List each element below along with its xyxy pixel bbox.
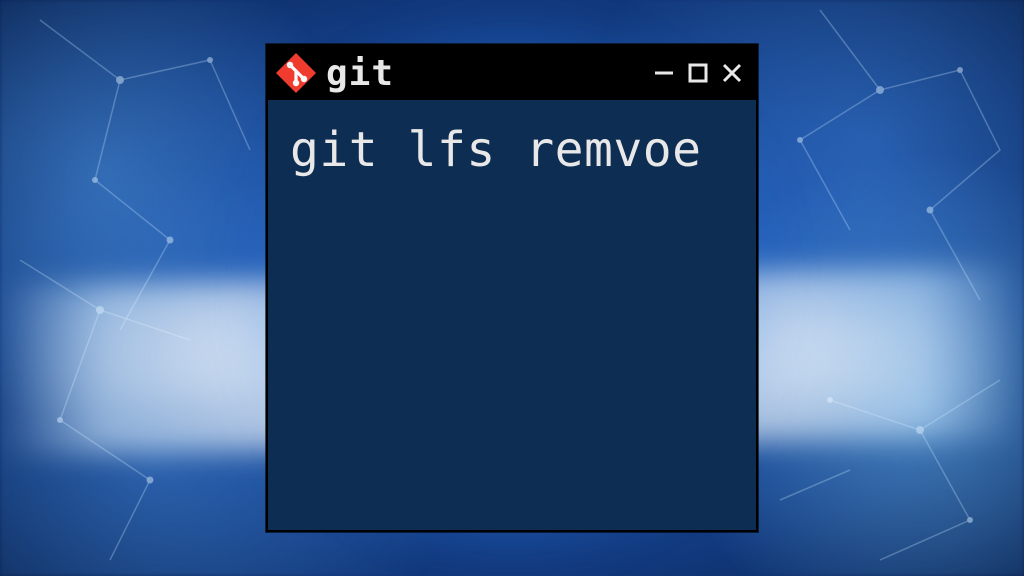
terminal-window: git git lfs remvoe — [266, 44, 758, 532]
maximize-button[interactable] — [684, 59, 712, 87]
minimize-icon — [653, 62, 675, 84]
minimize-button[interactable] — [650, 59, 678, 87]
close-icon — [721, 62, 743, 84]
window-controls — [650, 59, 746, 87]
close-button[interactable] — [718, 59, 746, 87]
git-logo-icon — [276, 53, 316, 93]
terminal-content[interactable]: git lfs remvoe — [268, 100, 756, 530]
maximize-icon — [687, 62, 709, 84]
window-title: git — [326, 53, 640, 94]
titlebar[interactable]: git — [268, 46, 756, 100]
